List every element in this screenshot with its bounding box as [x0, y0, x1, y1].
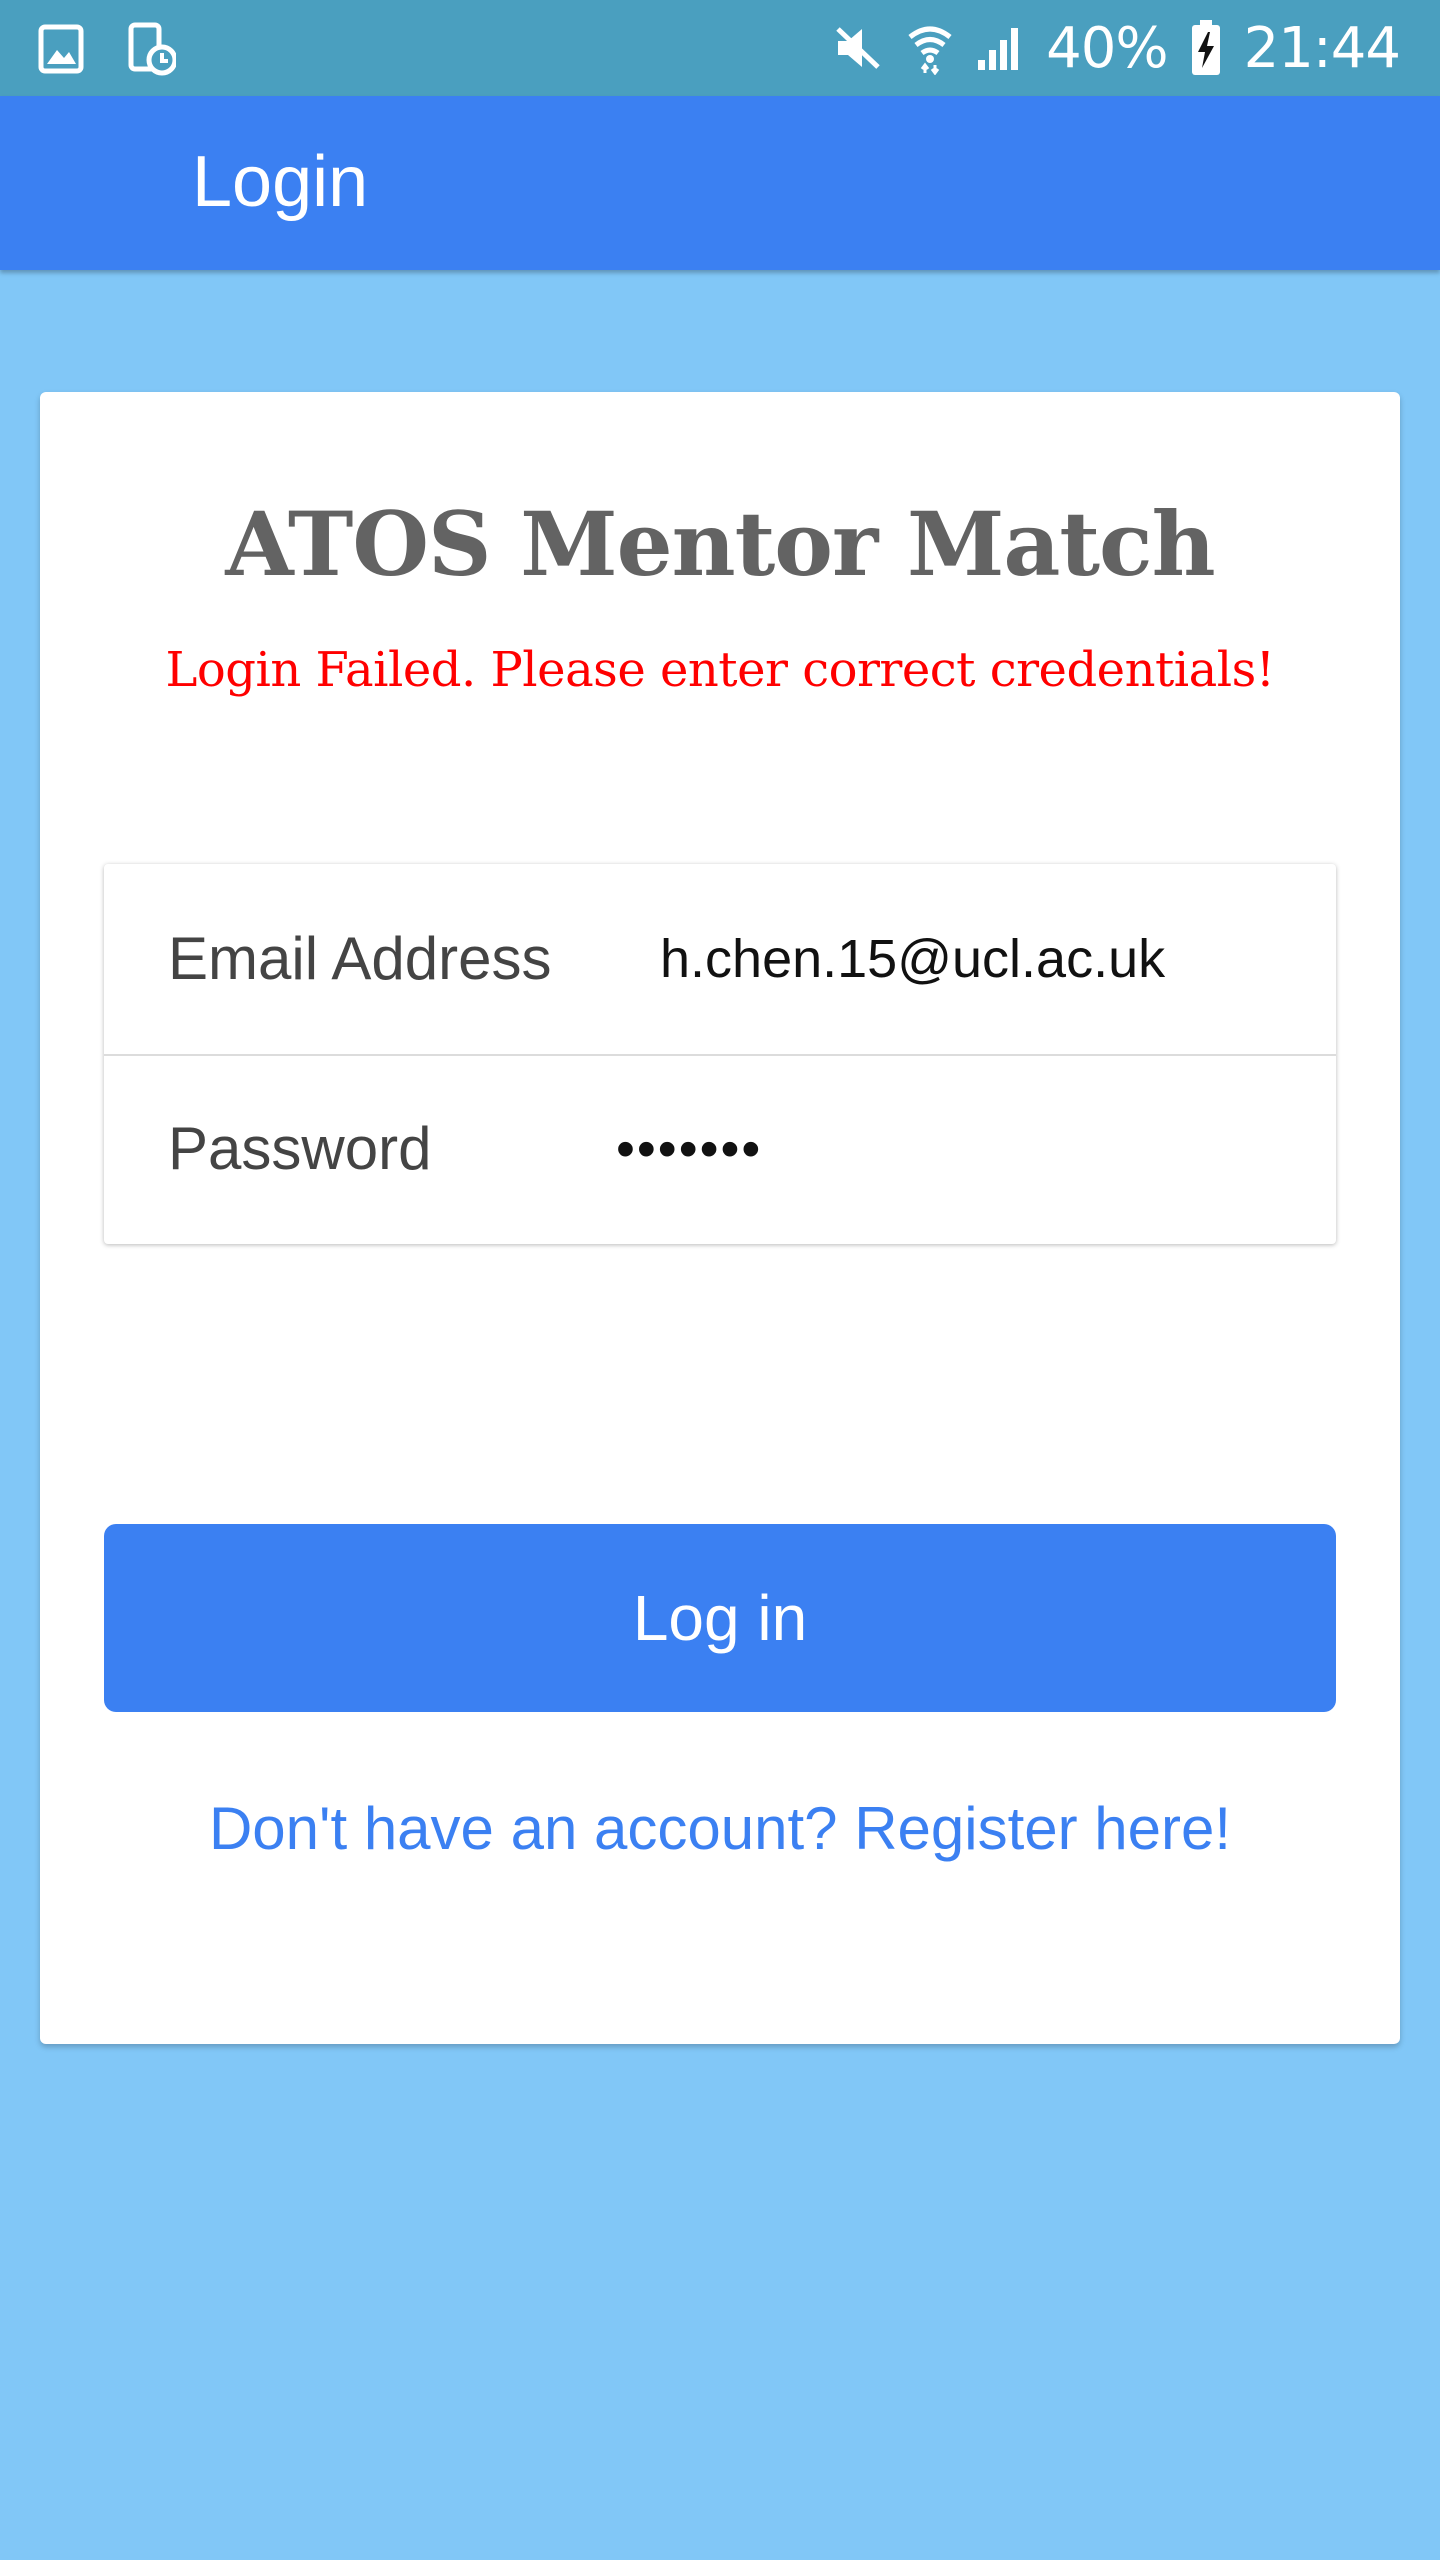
page-title: Login	[192, 142, 369, 222]
mute-icon	[836, 27, 880, 69]
status-bar-left	[38, 22, 176, 76]
wifi-icon	[908, 26, 952, 75]
clock: 21:44	[1243, 15, 1401, 81]
gallery-icon	[38, 24, 84, 74]
signal-icon	[978, 28, 1019, 70]
register-link[interactable]: Don't have an account? Register here!	[40, 1794, 1400, 1864]
login-button[interactable]: Log in	[104, 1524, 1336, 1712]
login-form: Email Address Password	[104, 864, 1336, 1244]
password-label: Password	[168, 1115, 432, 1182]
app-bar: Login	[0, 96, 1440, 270]
password-field[interactable]	[616, 1109, 1256, 1189]
battery-charging-icon	[1191, 20, 1220, 75]
login-error-message: Login Failed. Please enter correct crede…	[165, 642, 1275, 698]
password-row: Password	[104, 1054, 1336, 1244]
status-bar: 40% 21:44	[0, 0, 1440, 96]
email-row: Email Address	[104, 864, 1336, 1056]
screenshot-icon	[128, 22, 176, 76]
battery-percent: 40%	[1046, 15, 1168, 81]
email-field[interactable]	[660, 919, 1300, 999]
email-label: Email Address	[168, 925, 552, 992]
status-bar-right: 40% 21:44	[832, 0, 1401, 96]
login-card: ATOS Mentor Match Login Failed. Please e…	[40, 392, 1400, 2044]
app-name-heading: ATOS Mentor Match	[225, 492, 1215, 596]
